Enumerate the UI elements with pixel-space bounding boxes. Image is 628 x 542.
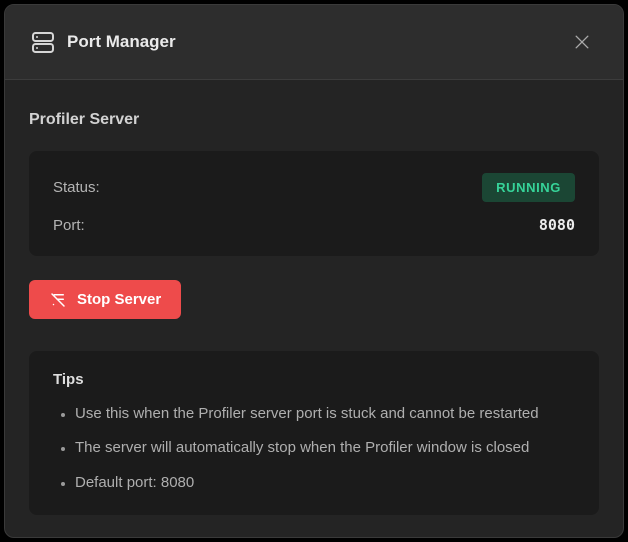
title-bar: Port Manager	[5, 5, 623, 80]
stop-server-button[interactable]: Stop Server	[29, 280, 181, 319]
tip-item: Default port: 8080	[75, 473, 575, 493]
section-heading: Profiler Server	[29, 111, 599, 129]
status-label: Status:	[53, 179, 100, 196]
tip-item: Use this when the Profiler server port i…	[75, 404, 575, 424]
tip-item: The server will automatically stop when …	[75, 438, 575, 458]
tips-card: Tips Use this when the Profiler server p…	[29, 351, 599, 515]
status-badge: RUNNING	[482, 173, 575, 202]
tips-list: Use this when the Profiler server port i…	[53, 404, 575, 493]
server-icon	[31, 30, 55, 54]
dialog-body: Profiler Server Status: RUNNING Port: 80…	[5, 111, 623, 538]
close-button[interactable]	[567, 27, 597, 57]
port-value: 8080	[539, 216, 575, 234]
stop-server-label: Stop Server	[77, 291, 161, 308]
tips-heading: Tips	[53, 371, 575, 388]
port-row: Port: 8080	[53, 216, 575, 234]
server-off-icon	[49, 291, 67, 309]
port-manager-dialog: Port Manager Profiler Server Status: RUN…	[4, 4, 624, 538]
status-card: Status: RUNNING Port: 8080	[29, 151, 599, 256]
status-row: Status: RUNNING	[53, 173, 575, 202]
port-label: Port:	[53, 217, 85, 234]
window-title: Port Manager	[67, 32, 567, 52]
